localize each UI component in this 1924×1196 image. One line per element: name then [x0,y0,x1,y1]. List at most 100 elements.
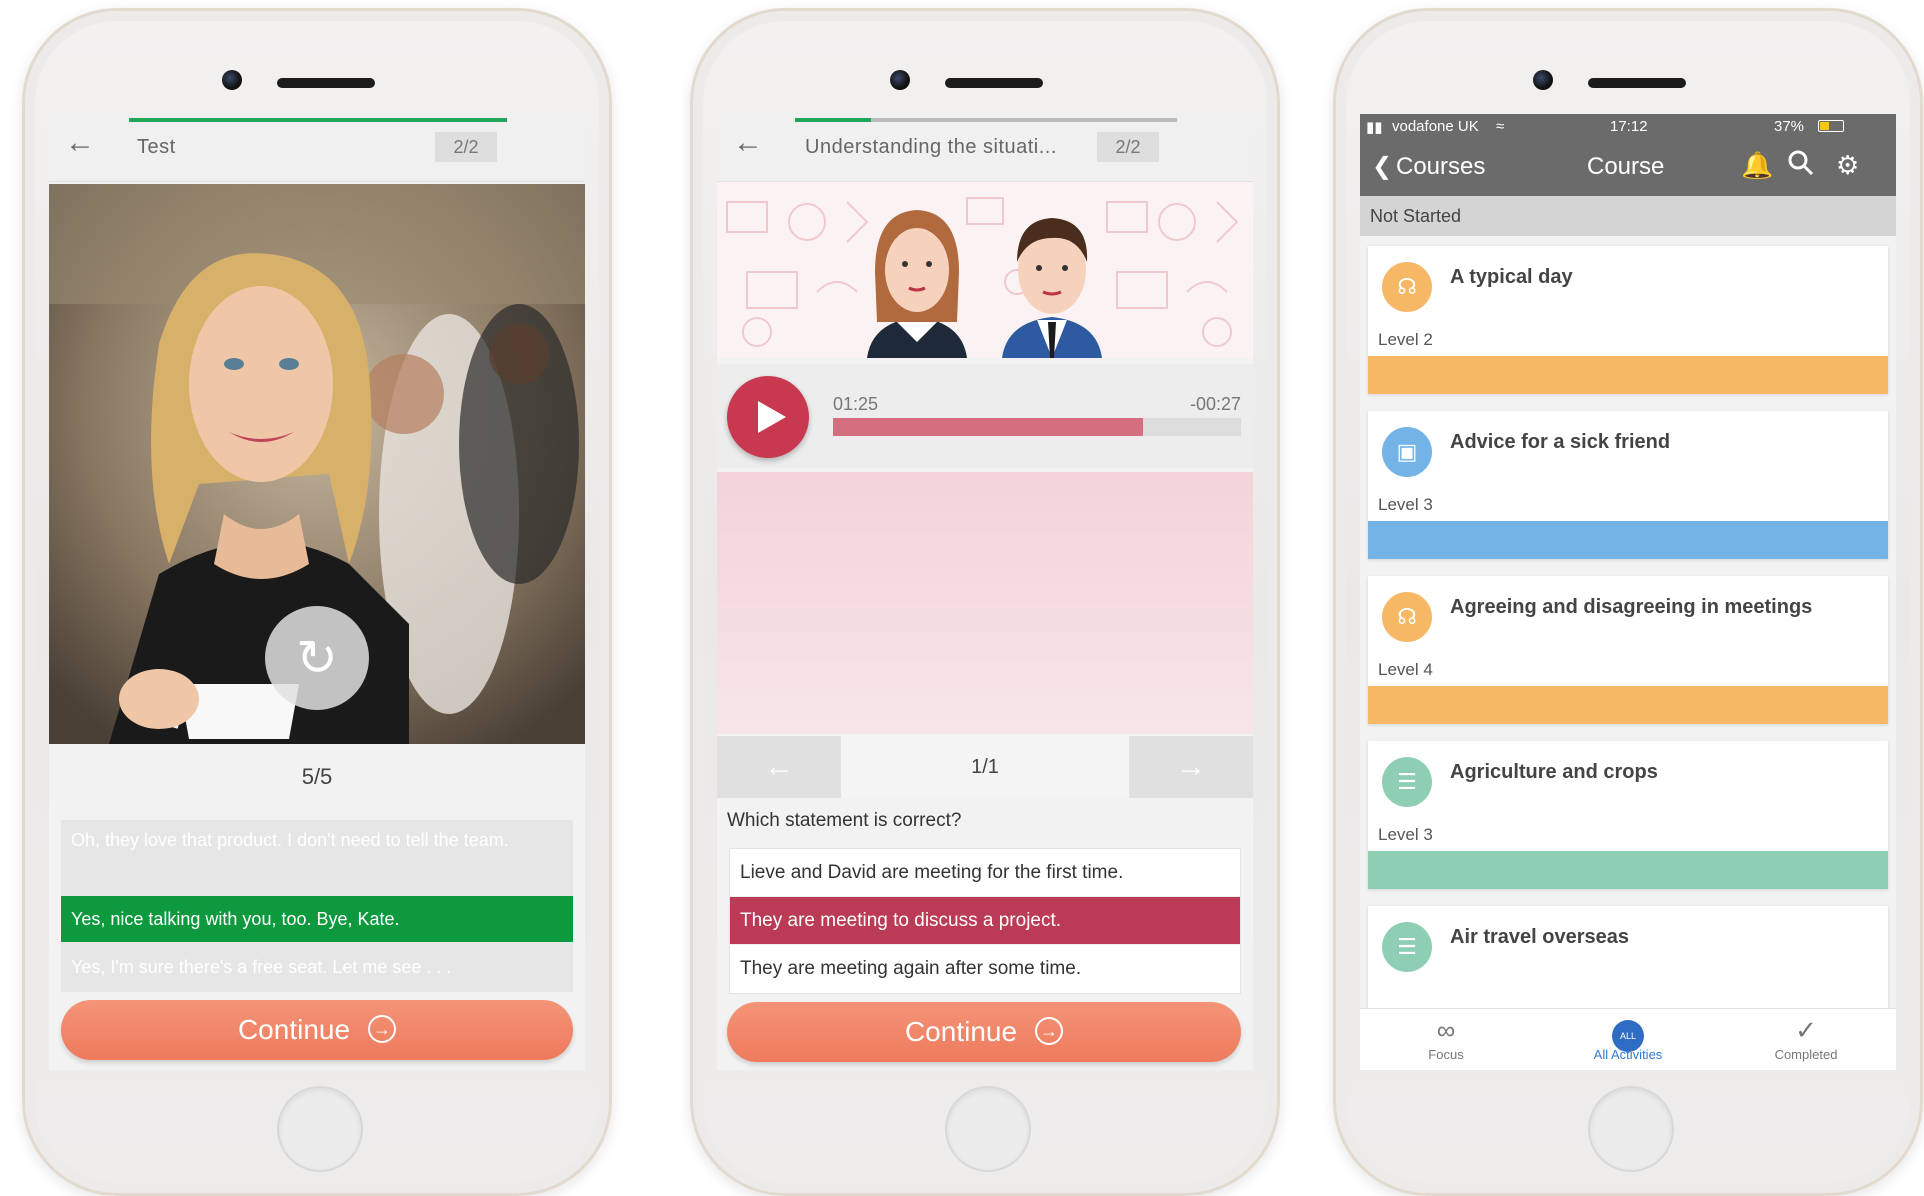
home-button[interactable] [277,1086,363,1172]
camera [890,70,910,90]
option-list: Lieve and David are meeting for the firs… [729,848,1241,994]
course-title: Air travel overseas [1450,926,1630,948]
course-color-bar [1368,356,1888,394]
progress-fill [795,118,872,122]
home-button[interactable] [1588,1086,1674,1172]
back-arrow-icon[interactable]: ← [65,128,99,158]
headphones-icon: ☊ [1382,592,1432,642]
carrier: vodafone UK [1392,118,1479,135]
option-selected[interactable]: They are meeting to discuss a project. [730,897,1240,945]
phone-test: ← Test 2/2 ↻ 5/5 Oh, they love that prod… [22,8,612,1196]
tab-label: Completed [1774,1047,1838,1062]
nav-bar: ❮ Courses Course 🔔 ⚙ [1360,138,1896,196]
phone-courses: ▮▮ vodafone UK ≈ 17:12 37% ❮ Courses Cou… [1333,8,1923,1196]
course-card[interactable]: ☊ Agreeing and disagreeing in meetings L… [1368,576,1888,724]
camera [1533,70,1553,90]
status-bar: ▮▮ vodafone UK ≈ 17:12 37% [1360,114,1896,138]
bell-icon[interactable]: 🔔 [1741,150,1773,181]
nav-title: Course [1587,153,1665,180]
course-color-bar [1368,851,1888,889]
section-header: Not Started [1360,196,1896,236]
course-card[interactable]: ▣ Advice for a sick friend Level 3 [1368,411,1888,559]
back-arrow-icon[interactable]: ← [733,128,767,158]
tab-label: All Activities [1593,1047,1663,1062]
audio-progress-fill [833,418,1144,436]
answer-option-selected[interactable]: Yes, nice talking with you, too. Bye, Ka… [61,896,573,942]
document-icon: ☰ [1382,757,1432,807]
course-level: Level 3 [1378,825,1433,844]
page-counter: 2/2 [435,132,497,162]
page-title: Test [137,136,176,158]
chevron-left-icon[interactable]: ❮ [1372,152,1392,181]
phone-listening: ← Understanding the situati... 2/2 01:25… [690,8,1280,1196]
header: ← Understanding the situati... 2/2 [717,114,1253,182]
tab-all-activities[interactable]: ALL All Activities [1568,1013,1688,1062]
woman-photo: ↻ [49,184,585,744]
headphones-icon: ☊ [1382,262,1432,312]
next-arrow-icon[interactable]: → [1129,736,1253,798]
back-button[interactable]: Courses [1396,153,1485,181]
audio-player: 01:25 -00:27 [717,364,1253,468]
tab-label: Focus [1428,1047,1464,1062]
characters-illustration [717,182,1253,358]
clock: 17:12 [1610,118,1648,135]
home-button[interactable] [945,1086,1031,1172]
option[interactable]: They are meeting again after some time. [730,945,1240,993]
course-title: A typical day [1450,266,1573,288]
course-level: Level 4 [1378,660,1433,679]
gear-icon[interactable]: ⚙ [1836,150,1859,181]
transcript-area [717,472,1253,734]
course-card[interactable]: ☰ Agriculture and crops Level 3 [1368,741,1888,889]
pager-label: 1/1 [841,736,1129,798]
elapsed-time: 01:25 [833,394,879,414]
document-icon: ☰ [1382,922,1432,972]
course-card[interactable]: ☊ A typical day Level 2 [1368,246,1888,394]
page-title: Understanding the situati... [805,136,1057,158]
all-icon: ALL [1568,1013,1688,1052]
course-title: Advice for a sick friend [1450,431,1671,453]
replay-icon[interactable]: ↻ [265,606,369,710]
binoculars-icon: ∞ [1436,1015,1456,1045]
continue-label: Continue [904,1016,1018,1047]
progress-fill [129,118,507,122]
battery-icon [1818,120,1844,132]
answer-list: Oh, they love that product. I don't need… [61,820,573,992]
progress-bar [795,118,1177,122]
course-level: Level 2 [1378,330,1433,349]
camera [222,70,242,90]
arrow-circle-icon: → [368,1014,397,1043]
answer-option[interactable]: Yes, I'm sure there's a free seat. Let m… [61,952,573,982]
continue-button[interactable]: Continue → [727,1002,1241,1062]
search-icon[interactable] [1788,150,1814,183]
page-counter: 2/2 [1097,132,1159,162]
tab-completed[interactable]: ✓ Completed [1746,1013,1866,1062]
screen-listening: ← Understanding the situati... 2/2 01:25… [717,114,1253,1070]
pager: ← 1/1 → [717,736,1253,798]
play-button[interactable] [727,376,809,458]
course-level: Level 3 [1378,495,1433,514]
question-text: Which statement is correct? [727,810,962,831]
speaker [945,78,1043,88]
arrow-circle-icon: → [1035,1016,1064,1045]
screen-test: ← Test 2/2 ↻ 5/5 Oh, they love that prod… [49,114,585,1070]
course-color-bar [1368,521,1888,559]
course-color-bar [1368,686,1888,724]
screen-courses: ▮▮ vodafone UK ≈ 17:12 37% ❮ Courses Cou… [1360,114,1896,1070]
score: 5/5 [301,764,333,789]
prev-arrow-icon[interactable]: ← [717,736,841,798]
battery-percent: 37% [1774,118,1805,135]
audio-scrubber[interactable] [833,418,1241,436]
tab-focus[interactable]: ∞ Focus [1386,1013,1506,1062]
speaker [277,78,375,88]
option[interactable]: Lieve and David are meeting for the firs… [730,849,1240,897]
header: ← Test 2/2 [49,114,585,182]
course-title: Agreeing and disagreeing in meetings [1450,596,1813,618]
continue-button[interactable]: Continue → [61,1000,573,1060]
answer-option[interactable]: Oh, they love that product. I don't need… [61,828,573,852]
continue-label: Continue [237,1014,351,1045]
course-title: Agriculture and crops [1450,761,1658,783]
speaker [1588,78,1686,88]
tab-bar: ∞ Focus ALL All Activities ✓ Completed [1360,1008,1896,1070]
remaining-time: -00:27 [1189,394,1241,414]
signal-icon: ▮▮ [1366,119,1383,136]
